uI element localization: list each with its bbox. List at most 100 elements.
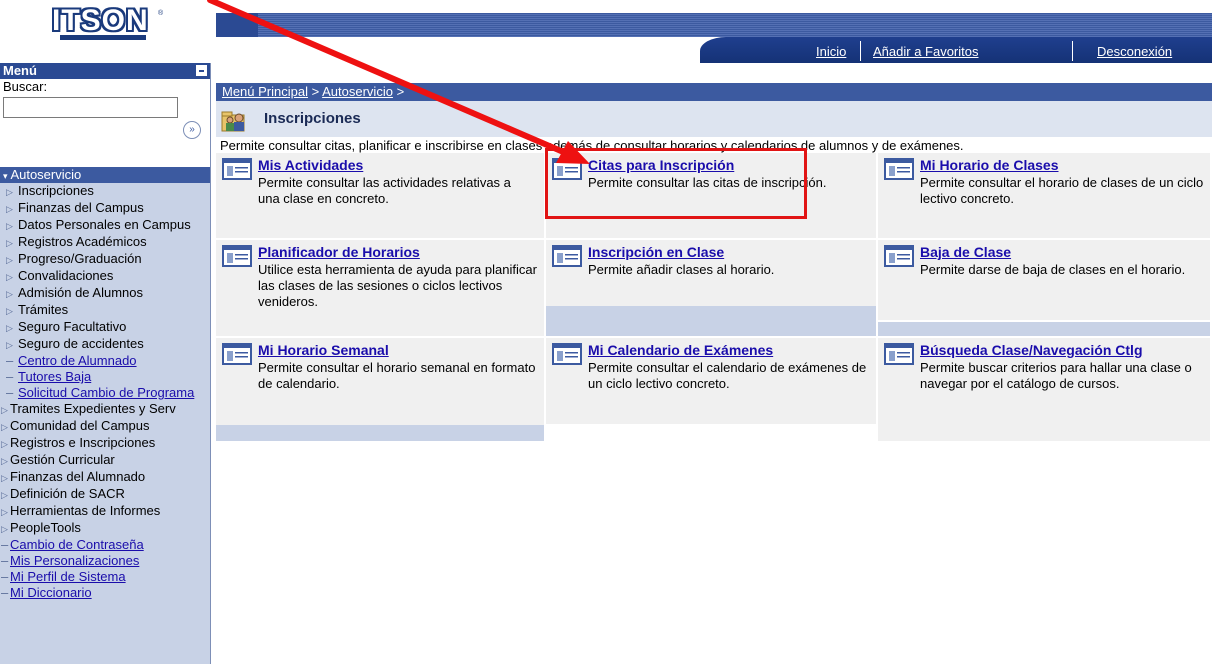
menu-item-mi-perfil[interactable]: – Mi Perfil de Sistema xyxy=(0,569,210,585)
highlight-box xyxy=(545,148,807,219)
expand-arrow-icon: ▷ xyxy=(6,187,13,197)
menu-item-finanzas-alumnado[interactable]: ▷ Finanzas del Alumnado xyxy=(0,469,210,486)
card-description: Permite consultar el horario semanal en … xyxy=(258,360,536,391)
menu-item-progreso[interactable]: ▷ Progreso/Graduación xyxy=(0,251,210,268)
search-go-icon[interactable]: » xyxy=(183,121,201,139)
header-band xyxy=(216,13,1212,37)
card-title-link[interactable]: Búsqueda Clase/Navegación Ctlg xyxy=(920,342,1143,358)
window-icon xyxy=(884,158,914,180)
menu-item-comunidad-campus[interactable]: ▷ Comunidad del Campus xyxy=(0,418,210,435)
menu-item-centro-alumnado[interactable]: – Centro de Alumnado xyxy=(0,353,210,369)
card-footer-band xyxy=(216,425,544,441)
menu-collapse-icon[interactable] xyxy=(196,65,207,76)
card-mi-horario-semanal: Mi Horario Semanal Permite consultar el … xyxy=(216,338,546,443)
menu-item-tutores-baja[interactable]: – Tutores Baja xyxy=(0,369,210,385)
card-title-link[interactable]: Planificador de Horarios xyxy=(258,244,420,260)
menu-item-datos-personales[interactable]: ▷ Datos Personales en Campus xyxy=(0,217,210,234)
menu-item-admision[interactable]: ▷ Admisión de Alumnos xyxy=(0,285,210,302)
menu-item-mi-diccionario[interactable]: – Mi Diccionario xyxy=(0,585,210,601)
card-mi-calendario-examenes: Mi Calendario de Exámenes Permite consul… xyxy=(546,338,878,426)
card-mis-actividades: Mis Actividades Permite consultar las ac… xyxy=(216,153,546,240)
expand-arrow-icon: ▷ xyxy=(6,204,13,214)
card-title-link[interactable]: Baja de Clase xyxy=(920,244,1011,260)
menu-item-registros-inscripciones[interactable]: ▷ Registros e Inscripciones xyxy=(0,435,210,452)
card-description: Permite consultar las actividades relati… xyxy=(258,175,511,206)
menu-item-peopletools[interactable]: ▷ PeopleTools xyxy=(0,520,210,537)
menu-item-solicitud-cambio[interactable]: – Solicitud Cambio de Programa xyxy=(0,385,210,401)
expand-arrow-icon: ▷ xyxy=(1,456,8,466)
menu-item-tramites-expedientes[interactable]: ▷ Tramites Expedientes y Serv xyxy=(0,401,210,418)
left-menu: Menú Buscar: » ▾ Autoservicio ▷ Inscripci… xyxy=(0,63,211,664)
logo-tagline-bar xyxy=(60,35,146,40)
menu-item-cambio-contrasena[interactable]: – Cambio de Contraseña xyxy=(0,537,210,553)
menu-item-inscripciones[interactable]: ▷ Inscripciones xyxy=(0,183,210,200)
home-link[interactable]: Inicio xyxy=(816,44,846,59)
expand-arrow-icon: ▷ xyxy=(6,255,13,265)
expand-arrow-icon: ▷ xyxy=(1,422,8,432)
card-busqueda-clase: Búsqueda Clase/Navegación Ctlg Permite b… xyxy=(878,338,1212,443)
menu-item-mis-personalizaciones[interactable]: – Mis Personalizaciones xyxy=(0,553,210,569)
window-icon xyxy=(222,158,252,180)
window-icon xyxy=(222,245,252,267)
expand-arrow-icon: ▷ xyxy=(1,405,8,415)
menu-item-seguro-accidentes[interactable]: ▷ Seguro de accidentes xyxy=(0,336,210,353)
card-description: Permite añadir clases al horario. xyxy=(588,262,775,277)
expand-arrow-icon: ▷ xyxy=(1,439,8,449)
menu-item-tramites[interactable]: ▷ Trámites xyxy=(0,302,210,319)
card-baja-clase: Baja de Clase Permite darse de baja de c… xyxy=(878,240,1212,322)
search-area: » xyxy=(0,95,210,167)
page-title-bar: Inscripciones xyxy=(216,101,1212,137)
card-inscripcion-clase: Inscripción en Clase Permite añadir clas… xyxy=(546,240,878,338)
menu-section-autoservicio[interactable]: ▾ Autoservicio xyxy=(0,167,210,183)
add-favorites-link[interactable]: Añadir a Favoritos xyxy=(873,44,979,59)
card-description: Permite consultar el calendario de exáme… xyxy=(588,360,867,391)
expand-arrow-icon: ▷ xyxy=(6,221,13,231)
card-gap-band xyxy=(878,322,1212,338)
window-icon xyxy=(884,245,914,267)
card-title-link[interactable]: Mi Calendario de Exámenes xyxy=(588,342,773,358)
expand-arrow-icon: ▷ xyxy=(1,490,8,500)
card-mi-horario-clases: Mi Horario de Clases Permite consultar e… xyxy=(878,153,1212,240)
breadcrumb-root-link[interactable]: Menú Principal xyxy=(222,84,308,99)
expand-arrow-icon: ▷ xyxy=(6,323,13,333)
card-title-link[interactable]: Mi Horario Semanal xyxy=(258,342,389,358)
expand-arrow-icon: ▷ xyxy=(6,238,13,248)
logout-link[interactable]: Desconexión xyxy=(1097,44,1172,59)
expand-arrow-icon: ▷ xyxy=(6,272,13,282)
card-description: Permite buscar criterios para hallar una… xyxy=(920,360,1192,391)
window-icon xyxy=(222,343,252,365)
breadcrumb: Menú Principal > Autoservicio > xyxy=(216,83,1212,101)
card-footer-band xyxy=(546,306,876,336)
card-title-link[interactable]: Mis Actividades xyxy=(258,157,363,173)
breadcrumb-current-link[interactable]: Autoservicio xyxy=(322,84,393,99)
menu-header: Menú xyxy=(0,63,210,79)
search-label: Buscar: xyxy=(0,79,210,95)
menu-item-finanzas-campus[interactable]: ▷ Finanzas del Campus xyxy=(0,200,210,217)
expand-arrow-icon: ▷ xyxy=(6,306,13,316)
window-icon xyxy=(552,245,582,267)
menu-item-gestion-curricular[interactable]: ▷ Gestión Curricular xyxy=(0,452,210,469)
menu-item-convalidaciones[interactable]: ▷ Convalidaciones xyxy=(0,268,210,285)
menu-item-definicion-sacr[interactable]: ▷ Definición de SACR xyxy=(0,486,210,503)
menu-search-input[interactable] xyxy=(3,97,178,118)
card-title-link[interactable]: Mi Horario de Clases xyxy=(920,157,1059,173)
folder-people-icon xyxy=(221,111,245,132)
expand-arrow-icon: ▷ xyxy=(1,524,8,534)
card-title-link[interactable]: Inscripción en Clase xyxy=(588,244,724,260)
menu-item-seguro-facultativo[interactable]: ▷ Seguro Facultativo xyxy=(0,319,210,336)
expand-arrow-icon: ▷ xyxy=(1,473,8,483)
card-description: Utilice esta herramienta de ayuda para p… xyxy=(258,262,537,309)
itson-logo: ITSON xyxy=(52,6,154,40)
expand-arrow-icon: ▷ xyxy=(1,507,8,517)
card-description: Permite consultar el horario de clases d… xyxy=(920,175,1204,206)
menu-item-registros-academicos[interactable]: ▷ Registros Académicos xyxy=(0,234,210,251)
card-planificador-horarios: Planificador de Horarios Utilice esta he… xyxy=(216,240,546,338)
header-tab xyxy=(216,13,258,37)
expand-arrow-icon: ▷ xyxy=(6,289,13,299)
page-title: Inscripciones xyxy=(264,110,361,127)
window-icon xyxy=(552,343,582,365)
card-description: Permite darse de baja de clases en el ho… xyxy=(920,262,1186,277)
window-icon xyxy=(884,343,914,365)
expand-arrow-icon: ▷ xyxy=(6,340,13,350)
menu-item-herramientas-informes[interactable]: ▷ Herramientas de Informes xyxy=(0,503,210,520)
